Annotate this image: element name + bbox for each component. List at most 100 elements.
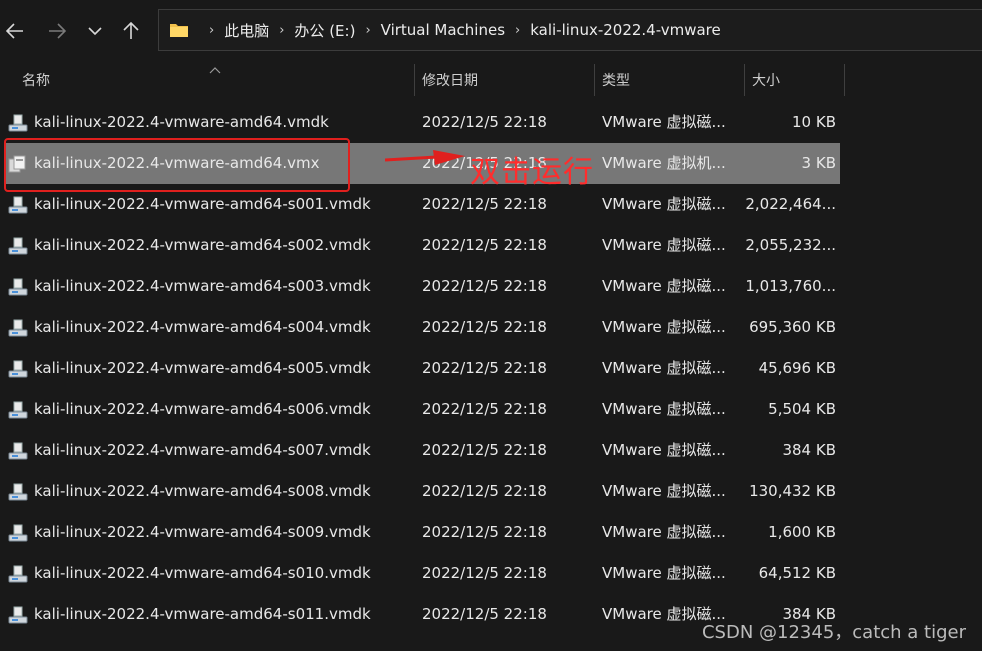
file-modified: 2022/12/5 22:18 xyxy=(422,441,547,459)
file-modified: 2022/12/5 22:18 xyxy=(422,523,547,541)
file-type: VMware 虚拟磁... xyxy=(602,441,726,459)
file-modified: 2022/12/5 22:18 xyxy=(422,318,547,336)
column-modified-header[interactable]: 修改日期 xyxy=(422,62,478,98)
file-size: 130,432 KB xyxy=(749,482,836,500)
file-row[interactable]: kali-linux-2022.4-vmware-amd64-s005.vmdk… xyxy=(4,348,840,389)
file-size: 5,504 KB xyxy=(768,400,836,418)
file-row[interactable]: kali-linux-2022.4-vmware-amd64-s009.vmdk… xyxy=(4,512,840,553)
arrow-annotation-icon xyxy=(384,148,467,174)
watermark: CSDN @12345，catch a tiger xyxy=(701,622,966,643)
column-size-header[interactable]: 大小 xyxy=(752,62,780,98)
column-divider[interactable] xyxy=(844,64,845,96)
disk-file-icon xyxy=(8,442,28,460)
file-size: 1,600 KB xyxy=(768,523,836,541)
back-button[interactable] xyxy=(0,14,30,48)
disk-file-icon xyxy=(8,360,28,378)
file-name: kali-linux-2022.4-vmware-amd64-s011.vmdk xyxy=(34,605,371,623)
file-size: 10 KB xyxy=(792,113,836,131)
file-size: 45,696 KB xyxy=(758,359,836,377)
file-name: kali-linux-2022.4-vmware-amd64-s006.vmdk xyxy=(34,400,371,418)
file-row[interactable]: kali-linux-2022.4-vmware-amd64-s006.vmdk… xyxy=(4,389,840,430)
file-type: VMware 虚拟机... xyxy=(602,154,726,172)
breadcrumb-item[interactable]: Virtual Machines xyxy=(381,21,505,39)
file-name: kali-linux-2022.4-vmware-amd64-s002.vmdk xyxy=(34,236,371,254)
disk-file-icon xyxy=(8,114,28,132)
column-divider[interactable] xyxy=(594,64,595,96)
file-name: kali-linux-2022.4-vmware-amd64-s009.vmdk xyxy=(34,523,371,541)
folder-icon xyxy=(170,24,188,37)
file-name: kali-linux-2022.4-vmware-amd64-s007.vmdk xyxy=(34,441,371,459)
column-type-header[interactable]: 类型 xyxy=(602,62,630,98)
file-type: VMware 虚拟磁... xyxy=(602,482,726,500)
file-size: 384 KB xyxy=(782,441,836,459)
file-modified: 2022/12/5 22:18 xyxy=(422,236,547,254)
breadcrumb-item[interactable]: 办公 (E:) xyxy=(294,20,355,41)
file-row[interactable]: kali-linux-2022.4-vmware-amd64-s002.vmdk… xyxy=(4,225,840,266)
file-row[interactable]: kali-linux-2022.4-vmware-amd64-s003.vmdk… xyxy=(4,266,840,307)
highlight-box xyxy=(4,138,350,192)
file-name: kali-linux-2022.4-vmware-amd64.vmdk xyxy=(34,113,329,131)
breadcrumb-item[interactable]: 此电脑 xyxy=(224,20,269,41)
disk-file-icon xyxy=(8,565,28,583)
file-row[interactable]: kali-linux-2022.4-vmware-amd64-s004.vmdk… xyxy=(4,307,840,348)
file-type: VMware 虚拟磁... xyxy=(602,113,726,131)
file-size: 2,055,232... xyxy=(745,236,836,254)
arrow-right-icon xyxy=(49,23,66,39)
file-type: VMware 虚拟磁... xyxy=(602,277,726,295)
column-name-header[interactable]: 名称 xyxy=(22,62,50,98)
chevron-right-icon[interactable]: › xyxy=(365,23,370,38)
breadcrumb-item[interactable]: kali-linux-2022.4-vmware xyxy=(530,21,721,39)
disk-file-icon xyxy=(8,237,28,255)
up-button[interactable] xyxy=(116,14,146,48)
file-modified: 2022/12/5 22:18 xyxy=(422,564,547,582)
annotation-text: 双击运行 xyxy=(470,155,594,190)
file-row[interactable]: kali-linux-2022.4-vmware-amd64.vmdk 2022/… xyxy=(4,102,840,143)
file-type: VMware 虚拟磁... xyxy=(602,195,726,213)
file-type: VMware 虚拟磁... xyxy=(602,564,726,582)
file-size: 64,512 KB xyxy=(758,564,836,582)
file-type: VMware 虚拟磁... xyxy=(602,318,726,336)
file-modified: 2022/12/5 22:18 xyxy=(422,605,547,623)
file-type: VMware 虚拟磁... xyxy=(602,523,726,541)
file-row[interactable]: kali-linux-2022.4-vmware-amd64-s007.vmdk… xyxy=(4,430,840,471)
arrow-left-icon xyxy=(6,23,23,39)
file-name: kali-linux-2022.4-vmware-amd64-s004.vmdk xyxy=(34,318,371,336)
file-size: 3 KB xyxy=(801,154,836,172)
file-type: VMware 虚拟磁... xyxy=(602,236,726,254)
column-divider[interactable] xyxy=(414,64,415,96)
file-name: kali-linux-2022.4-vmware-amd64-s008.vmdk xyxy=(34,482,371,500)
disk-file-icon xyxy=(8,196,28,214)
column-header: 名称 修改日期 类型 大小 xyxy=(0,62,982,98)
disk-file-icon xyxy=(8,606,28,624)
arrow-up-icon xyxy=(123,22,139,39)
file-type: VMware 虚拟磁... xyxy=(602,400,726,418)
file-name: kali-linux-2022.4-vmware-amd64-s010.vmdk xyxy=(34,564,371,582)
chevron-down-icon xyxy=(88,27,102,36)
file-modified: 2022/12/5 22:18 xyxy=(422,482,547,500)
file-row[interactable]: kali-linux-2022.4-vmware-amd64-s008.vmdk… xyxy=(4,471,840,512)
disk-file-icon xyxy=(8,319,28,337)
column-divider[interactable] xyxy=(744,64,745,96)
forward-button[interactable] xyxy=(42,14,72,48)
file-row[interactable]: kali-linux-2022.4-vmware-amd64-s010.vmdk… xyxy=(4,553,840,594)
file-size: 2,022,464... xyxy=(745,195,836,213)
recent-locations-button[interactable] xyxy=(80,14,110,48)
chevron-right-icon[interactable]: › xyxy=(279,23,284,38)
file-size: 695,360 KB xyxy=(749,318,836,336)
disk-file-icon xyxy=(8,483,28,501)
file-name: kali-linux-2022.4-vmware-amd64-s003.vmdk xyxy=(34,277,371,295)
file-size: 1,013,760... xyxy=(745,277,836,295)
address-bar[interactable]: › 此电脑 › 办公 (E:) › Virtual Machines › kal… xyxy=(158,9,982,51)
file-type: VMware 虚拟磁... xyxy=(602,359,726,377)
disk-file-icon xyxy=(8,278,28,296)
disk-file-icon xyxy=(8,524,28,542)
file-name: kali-linux-2022.4-vmware-amd64-s005.vmdk xyxy=(34,359,371,377)
chevron-right-icon: › xyxy=(209,22,215,38)
navigation-bar: › 此电脑 › 办公 (E:) › Virtual Machines › kal… xyxy=(0,0,982,62)
file-modified: 2022/12/5 22:18 xyxy=(422,277,547,295)
disk-file-icon xyxy=(8,401,28,419)
file-modified: 2022/12/5 22:18 xyxy=(422,400,547,418)
chevron-right-icon[interactable]: › xyxy=(515,23,520,38)
file-modified: 2022/12/5 22:18 xyxy=(422,113,547,131)
file-modified: 2022/12/5 22:18 xyxy=(422,359,547,377)
